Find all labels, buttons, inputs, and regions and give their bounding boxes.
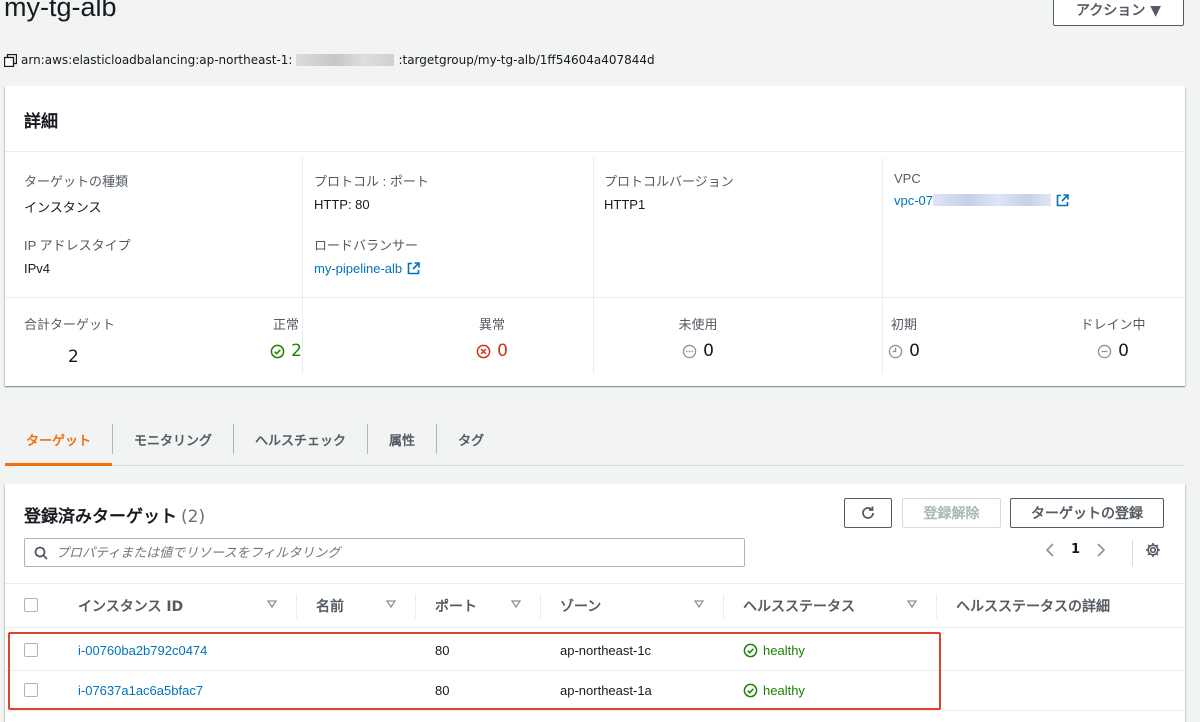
- sort-caret-icon[interactable]: [907, 600, 917, 608]
- copy-icon[interactable]: [4, 53, 17, 67]
- sort-caret-icon[interactable]: [386, 600, 396, 608]
- sort-caret-icon[interactable]: [511, 600, 521, 608]
- column-health-details: ヘルスステータスの詳細: [956, 599, 1110, 615]
- instance-zone: ap-northeast-1a: [560, 683, 652, 698]
- select-all-checkbox[interactable]: [24, 598, 38, 612]
- pagination: 1: [1045, 542, 1106, 557]
- tab-attributes[interactable]: 属性: [368, 420, 436, 466]
- sort-caret-icon[interactable]: [694, 600, 704, 608]
- gear-icon[interactable]: [1145, 542, 1161, 558]
- register-targets-button[interactable]: ターゲットの登録: [1010, 498, 1164, 528]
- arn-row: arn:aws:elasticloadbalancing:ap-northeas…: [4, 53, 655, 67]
- targets-count: (2): [181, 507, 206, 527]
- count-initial: 初期 0: [864, 314, 944, 361]
- target-type-field: ターゲットの種類 インスタンス: [24, 174, 129, 215]
- instance-id-link[interactable]: i-07637a1ac6a5bfac7: [78, 683, 203, 698]
- load-balancer-link[interactable]: my-pipeline-alb: [314, 261, 402, 276]
- check-circle-icon: [743, 643, 758, 658]
- row-checkbox[interactable]: [24, 683, 38, 697]
- ellipsis-circle-icon: [682, 344, 697, 358]
- tab-tags[interactable]: タグ: [437, 420, 505, 466]
- column-port[interactable]: ポート: [435, 596, 477, 616]
- instance-id-link[interactable]: i-00760ba2b792c0474: [78, 643, 207, 658]
- details-panel: 詳細 ターゲットの種類 インスタンス IP アドレスタイプ IPv4 プロトコル…: [5, 86, 1185, 386]
- filter-input[interactable]: [56, 545, 716, 560]
- refresh-icon: [862, 506, 874, 519]
- tab-bar: ターゲット モニタリング ヘルスチェック 属性 タグ: [5, 420, 1185, 466]
- redacted-vpc-id: [933, 194, 1052, 206]
- load-balancer-field: ロードバランサー my-pipeline-alb: [314, 235, 420, 276]
- sort-caret-icon[interactable]: [267, 600, 277, 608]
- count-healthy: 正常 2: [246, 314, 326, 361]
- registered-targets-panel: 登録済みターゲット(2) 登録解除 ターゲットの登録 1 インスタンス ID 名…: [5, 484, 1185, 722]
- chevron-right-icon[interactable]: [1096, 542, 1106, 557]
- minus-circle-icon: [1097, 344, 1112, 358]
- ip-type-field: IP アドレスタイプ IPv4: [24, 238, 131, 276]
- filter-box: [24, 538, 745, 567]
- count-draining: ドレイン中 0: [1080, 317, 1146, 361]
- chevron-left-icon[interactable]: [1045, 542, 1055, 557]
- column-instance-id[interactable]: インスタンス ID: [78, 596, 183, 616]
- current-page[interactable]: 1: [1071, 542, 1080, 557]
- health-status: healthy: [743, 643, 805, 658]
- column-zone[interactable]: ゾーン: [560, 596, 601, 616]
- protocol-version-field: プロトコルバージョン HTTP1: [604, 174, 734, 212]
- arn-suffix: :targetgroup/my-tg-alb/1ff54604a407844d: [398, 53, 655, 67]
- health-status: healthy: [743, 683, 805, 698]
- tab-targets[interactable]: ターゲット: [5, 420, 113, 466]
- vpc-field: VPC vpc-07: [894, 171, 1069, 208]
- table-row[interactable]: i-00760ba2b792c0474 80 ap-northeast-1c h…: [5, 631, 1185, 671]
- table-header: インスタンス ID 名前 ポート ゾーン ヘルスステータス ヘルスステータスの詳…: [5, 583, 1185, 628]
- instance-zone: ap-northeast-1c: [560, 643, 652, 658]
- refresh-button[interactable]: [844, 498, 892, 528]
- tab-monitoring[interactable]: モニタリング: [113, 420, 233, 466]
- instance-port: 80: [435, 683, 450, 698]
- actions-button[interactable]: アクション ▼: [1053, 0, 1184, 26]
- protocol-port-field: プロトコル : ポート HTTP: 80: [314, 174, 429, 212]
- external-link-icon[interactable]: [1056, 194, 1069, 207]
- page-title: my-tg-alb: [4, 0, 117, 22]
- check-circle-icon: [743, 683, 758, 698]
- table-row[interactable]: i-07637a1ac6a5bfac7 80 ap-northeast-1a h…: [5, 671, 1185, 711]
- external-link-icon[interactable]: [407, 262, 420, 275]
- targets-title: 登録済みターゲット (2): [24, 507, 206, 527]
- arn-prefix: arn:aws:elasticloadbalancing:ap-northeas…: [21, 53, 293, 67]
- x-circle-icon: [476, 344, 491, 358]
- instance-port: 80: [435, 643, 450, 658]
- check-circle-icon: [270, 344, 285, 358]
- count-unhealthy: 異常 0: [452, 314, 532, 361]
- redacted-account-id: [296, 54, 395, 66]
- count-unused: 未使用 0: [678, 317, 718, 361]
- vpc-link[interactable]: vpc-07: [894, 193, 933, 208]
- details-heading: 詳細: [5, 86, 1185, 152]
- row-checkbox[interactable]: [24, 643, 38, 657]
- deregister-button[interactable]: 登録解除: [902, 498, 1001, 528]
- column-health-status[interactable]: ヘルスステータス: [743, 596, 855, 616]
- count-total: 合計ターゲット 2: [24, 317, 116, 367]
- column-name[interactable]: 名前: [316, 596, 344, 616]
- clock-icon: [888, 344, 903, 358]
- search-icon: [34, 546, 48, 560]
- tab-health-check[interactable]: ヘルスチェック: [234, 420, 367, 466]
